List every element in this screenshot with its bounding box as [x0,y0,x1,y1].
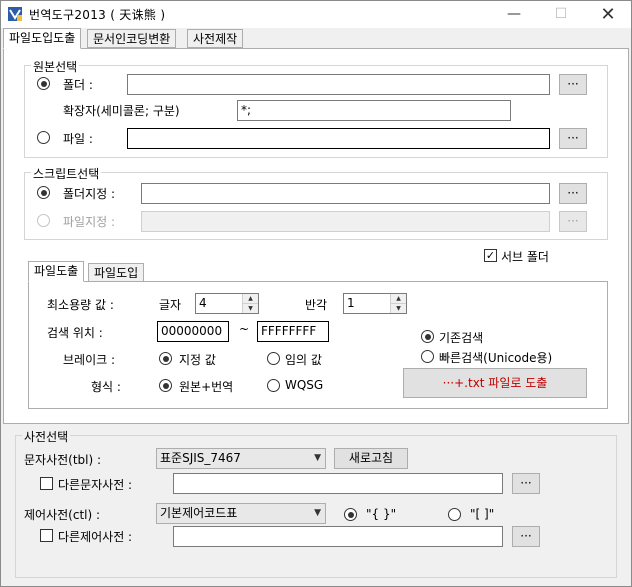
ext-input[interactable]: *; [237,100,511,121]
break-any-radio[interactable] [267,352,280,365]
search-end-input[interactable]: FFFFFFFF [257,321,329,342]
script-group: 스크립트선택 폴더지정 : ··· 파일지정 : ··· [24,165,608,240]
char-label: 글자 [159,298,182,312]
break-any-label: 임의 값 [285,353,322,367]
search-existing-label: 기존검색 [439,331,484,345]
format-wqsg-radio[interactable] [267,379,280,392]
source-group-title: 원본선택 [31,58,80,75]
tab-file-export[interactable]: 파일도출 [28,261,85,282]
subfolder-label: 서브 폴더 [501,250,549,264]
halfwidth-stepper[interactable]: 1 ▲ ▼ [343,293,407,314]
script-folder-browse-button[interactable]: ··· [559,183,587,204]
source-folder-browse-button[interactable]: ··· [559,74,587,95]
bracket-radio[interactable] [448,508,461,521]
export-panel: 최소용량 값 : 글자 4 ▲ ▼ 반각 1 ▲ ▼ 검색 위치 : 0000000… [28,281,608,409]
source-folder-label: 폴더 : [63,78,93,92]
close-button[interactable]: ✕ [585,1,631,28]
refresh-button[interactable]: 새로고침 [334,448,408,469]
source-file-radio[interactable] [37,131,50,144]
main-window: 번역도구2013 ( 天诛熊 ) — ☐ ✕ 파일도입도출 문서인코딩변환 사전… [0,0,632,587]
search-fast-label: 빠른검색(Unicode용) [439,351,553,365]
ctrl-dict-label: 제어사전(ctl) : [24,508,101,522]
script-file-radio[interactable] [37,214,50,227]
source-folder-input[interactable] [127,74,550,95]
script-folder-radio[interactable] [37,186,50,199]
format-orig-label: 원본+번역 [179,380,234,394]
subfolder-checkbox[interactable]: ✓ [484,249,497,262]
search-start-input[interactable]: 00000000 [157,321,229,342]
search-fast-radio[interactable] [421,350,434,363]
source-file-browse-button[interactable]: ··· [559,128,587,149]
dict-group-title: 사전선택 [22,428,71,445]
chevron-down-icon: ▼ [314,453,321,463]
break-fixed-radio[interactable] [159,352,172,365]
chevron-down-icon: ▼ [314,508,321,518]
char-count-value: 4 [199,296,207,310]
char-dict-value: 표준SJIS_7467 [160,451,241,465]
break-label: 브레이크 : [63,353,116,367]
dict-group: 사전선택 문자사전(tbl) : 표준SJIS_7467 ▼ 새로고침 다른문자… [15,428,617,578]
char-dict-select[interactable]: 표준SJIS_7467 ▼ [156,448,326,469]
search-pos-label: 검색 위치 : [47,326,103,340]
title-bar: 번역도구2013 ( 天诛熊 ) — ☐ ✕ [1,1,631,28]
other-char-dict-checkbox[interactable] [40,477,53,490]
tab-panel: 원본선택 폴더 : ··· 확장자(세미콜론; 구분) *; 파일 : ··· … [3,48,629,424]
minimize-button[interactable]: — [491,1,537,28]
tab-dict-make[interactable]: 사전제작 [187,29,244,48]
stepper-up-icon[interactable]: ▲ [243,294,258,304]
script-file-label: 파일지정 : [63,215,116,229]
format-label: 형식 : [91,380,121,394]
script-file-input[interactable] [141,211,550,232]
script-file-browse-button[interactable]: ··· [559,211,587,232]
ctrl-dict-value: 기본제어코드표 [160,506,238,520]
char-count-stepper[interactable]: 4 ▲ ▼ [195,293,259,314]
other-ctrl-dict-checkbox[interactable] [40,529,53,542]
break-fixed-label: 지정 값 [179,353,216,367]
app-icon [8,7,22,21]
source-group: 원본선택 폴더 : ··· 확장자(세미콜론; 구분) *; 파일 : ··· [24,58,608,158]
halfwidth-value: 1 [347,296,355,310]
script-folder-label: 폴더지정 : [63,187,116,201]
brace-label: "{ }" [366,507,397,521]
other-char-dict-label: 다른문자사전 : [58,478,133,492]
other-ctrl-dict-input[interactable] [173,526,503,547]
other-char-dict-browse-button[interactable]: ··· [512,473,540,494]
tab-file-import-export[interactable]: 파일도입도출 [3,28,82,49]
other-ctrl-dict-browse-button[interactable]: ··· [512,526,540,547]
script-folder-input[interactable] [141,183,550,204]
tab-encoding-convert[interactable]: 문서인코딩변환 [87,29,177,48]
source-file-input[interactable] [127,128,550,149]
search-existing-radio[interactable] [421,330,434,343]
tab-file-import[interactable]: 파일도입 [88,263,145,282]
source-folder-radio[interactable] [37,77,50,90]
min-size-label: 최소용량 값 : [47,298,114,312]
ext-label: 확장자(세미콜론; 구분) [63,104,180,118]
stepper-down-icon[interactable]: ▼ [243,304,258,313]
source-file-label: 파일 : [63,132,93,146]
stepper-down-icon[interactable]: ▼ [391,304,406,313]
format-orig-radio[interactable] [159,379,172,392]
script-group-title: 스크립트선택 [31,165,102,182]
maximize-button[interactable]: ☐ [538,1,584,28]
export-txt-button[interactable]: ···+.txt 파일로 도출 [403,368,587,398]
bracket-label: "[ ]" [470,507,495,521]
other-ctrl-dict-label: 다른제어사전 : [58,530,133,544]
tilde-label: ~ [239,322,250,336]
char-dict-label: 문자사전(tbl) : [24,453,102,467]
ctrl-dict-select[interactable]: 기본제어코드표 ▼ [156,503,326,524]
brace-radio[interactable] [344,508,357,521]
other-char-dict-input[interactable] [173,473,503,494]
window-title: 번역도구2013 ( 天诛熊 ) [29,8,166,22]
format-wqsg-label: WQSG [285,378,324,392]
stepper-up-icon[interactable]: ▲ [391,294,406,304]
halfwidth-label: 반각 [305,298,328,312]
